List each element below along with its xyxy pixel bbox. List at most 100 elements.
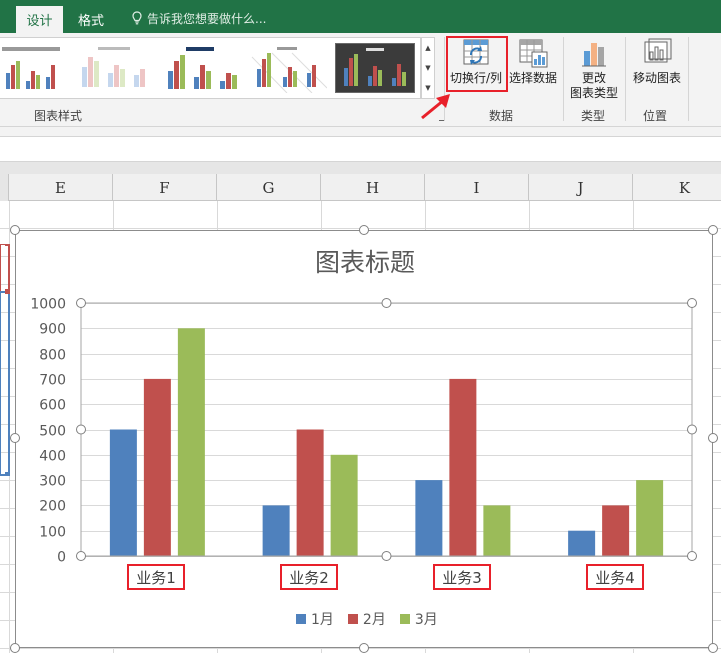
move-chart-label: 移动图表 bbox=[632, 71, 681, 85]
chart-legend[interactable]: 1月 2月 3月 bbox=[296, 609, 452, 629]
bar-3-2[interactable] bbox=[330, 454, 358, 556]
column-header-f[interactable]: F bbox=[113, 174, 217, 201]
group-separator bbox=[563, 37, 564, 121]
move-chart-button[interactable]: 移动图表 bbox=[628, 37, 686, 86]
bar-1-1[interactable] bbox=[109, 429, 137, 557]
bar-3-1[interactable] bbox=[177, 328, 205, 556]
plot-resize-handle[interactable] bbox=[687, 424, 697, 435]
gallery-up-icon[interactable]: ▲ bbox=[422, 38, 434, 58]
legend-label-1: 1月 bbox=[311, 612, 334, 628]
chart-resize-handle[interactable] bbox=[708, 433, 718, 443]
select-data-icon bbox=[519, 39, 548, 68]
y-tick-label: 200 bbox=[39, 499, 66, 515]
plot-resize-handle[interactable] bbox=[687, 298, 697, 308]
legend-swatch-3 bbox=[399, 614, 410, 624]
bar-1-3[interactable] bbox=[415, 480, 443, 556]
category-label-2-text: 业务2 bbox=[289, 568, 329, 587]
lightbulb-icon bbox=[132, 11, 142, 25]
column-header-h[interactable]: H bbox=[321, 174, 425, 201]
legend-item-2[interactable]: 2月 bbox=[347, 609, 386, 629]
legend-swatch-2 bbox=[347, 614, 358, 624]
tell-me-text: 告诉我您想要做什么... bbox=[147, 11, 267, 26]
column-header-j[interactable]: J bbox=[529, 174, 633, 201]
y-tick-label: 800 bbox=[39, 348, 66, 364]
select-data-button[interactable]: 选择数据 bbox=[507, 37, 559, 86]
chart-resize-handle[interactable] bbox=[708, 225, 718, 235]
category-label-2[interactable]: 业务2 bbox=[280, 564, 338, 590]
plot-resize-handle[interactable] bbox=[381, 298, 392, 308]
column-header-row: E F G H I J K bbox=[0, 174, 721, 201]
move-chart-icon bbox=[644, 38, 672, 63]
y-tick-label: 900 bbox=[39, 322, 66, 338]
change-chart-type-label-1: 更改 bbox=[581, 71, 606, 85]
y-tick-label: 1000 bbox=[30, 297, 66, 313]
category-label-3-text: 业务3 bbox=[442, 568, 482, 587]
chart-resize-handle[interactable] bbox=[10, 225, 20, 235]
chart-resize-handle[interactable] bbox=[10, 433, 20, 443]
column-header-k[interactable]: K bbox=[633, 174, 721, 201]
legend-item-3[interactable]: 3月 bbox=[399, 609, 438, 629]
y-tick-label: 500 bbox=[39, 424, 66, 440]
category-label-4-text: 业务4 bbox=[595, 568, 635, 587]
change-chart-type-icon bbox=[582, 43, 606, 67]
highlight-switch-row-col bbox=[446, 36, 508, 92]
group-label-type: 类型 bbox=[581, 109, 606, 123]
legend-item-1[interactable]: 1月 bbox=[296, 609, 334, 629]
row-header-corner bbox=[0, 174, 9, 201]
chart-style-thumb-2[interactable] bbox=[74, 43, 154, 93]
bar-2-4[interactable] bbox=[602, 505, 630, 556]
y-tick-label: 400 bbox=[39, 449, 66, 465]
sheet-top-strip bbox=[0, 161, 721, 174]
group-label-data: 数据 bbox=[489, 109, 514, 123]
plot-resize-handle[interactable] bbox=[381, 551, 392, 561]
plot-resize-handle[interactable] bbox=[76, 298, 86, 308]
change-chart-type-button[interactable]: 更改 图表类型 bbox=[566, 37, 622, 101]
plot-resize-handle[interactable] bbox=[76, 424, 86, 435]
chart-style-thumb-5[interactable] bbox=[335, 43, 415, 93]
y-tick-label: 600 bbox=[39, 398, 66, 414]
tell-me-search[interactable]: 告诉我您想要做什么... bbox=[132, 8, 266, 28]
chart-resize-handle[interactable] bbox=[10, 643, 20, 653]
category-label-4[interactable]: 业务4 bbox=[586, 564, 644, 590]
ribbon-tab-bar: 设计 格式 告诉我您想要做什么... bbox=[0, 0, 721, 33]
group-label-location: 位置 bbox=[643, 109, 668, 123]
bar-1-4[interactable] bbox=[568, 530, 596, 556]
ribbon-bottom-strip bbox=[0, 127, 721, 137]
ribbon-body: ▲ ▼ ▼ 图表样式 切换行/列 选择数据 数据 更改 图表类型 类型 移动图表… bbox=[0, 33, 721, 127]
excel-window: 设计 格式 告诉我您想要做什么... ▲ ▼ ▼ 图表样式 切换行/列 选择数据… bbox=[0, 0, 721, 653]
plot-resize-handle[interactable] bbox=[687, 551, 697, 561]
gallery-down-icon[interactable]: ▼ bbox=[422, 58, 434, 78]
column-header-i[interactable]: I bbox=[425, 174, 529, 201]
tab-design[interactable]: 设计 bbox=[16, 6, 63, 33]
legend-label-3: 3月 bbox=[414, 612, 438, 628]
bar-1-2[interactable] bbox=[262, 505, 290, 556]
bar-2-3[interactable] bbox=[449, 378, 477, 556]
chart-style-thumb-4[interactable] bbox=[247, 43, 328, 94]
tab-format[interactable]: 格式 bbox=[67, 6, 115, 33]
category-label-3[interactable]: 业务3 bbox=[433, 564, 491, 590]
formula-bar[interactable] bbox=[0, 137, 721, 161]
plot-resize-handle[interactable] bbox=[76, 551, 86, 561]
bar-3-4[interactable] bbox=[636, 480, 664, 556]
chart-style-thumb-1[interactable] bbox=[0, 43, 62, 93]
y-tick-label: 0 bbox=[57, 550, 66, 566]
chart-style-gallery bbox=[0, 37, 421, 99]
category-label-1[interactable]: 业务1 bbox=[127, 564, 185, 590]
chart-resize-handle[interactable] bbox=[708, 643, 718, 653]
chart-area[interactable]: 图表标题 0 100 200 300 400 500 600 700 800 900 1000 业务… bbox=[15, 230, 713, 648]
bar-2-1[interactable] bbox=[143, 378, 171, 556]
legend-swatch-1 bbox=[296, 614, 306, 624]
annotation-arrow-icon bbox=[421, 94, 450, 120]
chart-style-thumb-3[interactable] bbox=[160, 43, 240, 93]
group-separator bbox=[625, 37, 626, 121]
bar-2-2[interactable] bbox=[296, 429, 324, 557]
chart-resize-handle[interactable] bbox=[359, 225, 369, 235]
column-header-e[interactable]: E bbox=[9, 174, 113, 201]
chart-resize-handle[interactable] bbox=[359, 643, 369, 653]
group-label-chart-styles: 图表样式 bbox=[34, 109, 83, 123]
column-header-g[interactable]: G bbox=[217, 174, 321, 201]
group-separator bbox=[688, 37, 689, 121]
data-range-selection bbox=[0, 244, 10, 476]
select-data-label: 选择数据 bbox=[508, 71, 557, 85]
bar-3-3[interactable] bbox=[483, 505, 511, 556]
